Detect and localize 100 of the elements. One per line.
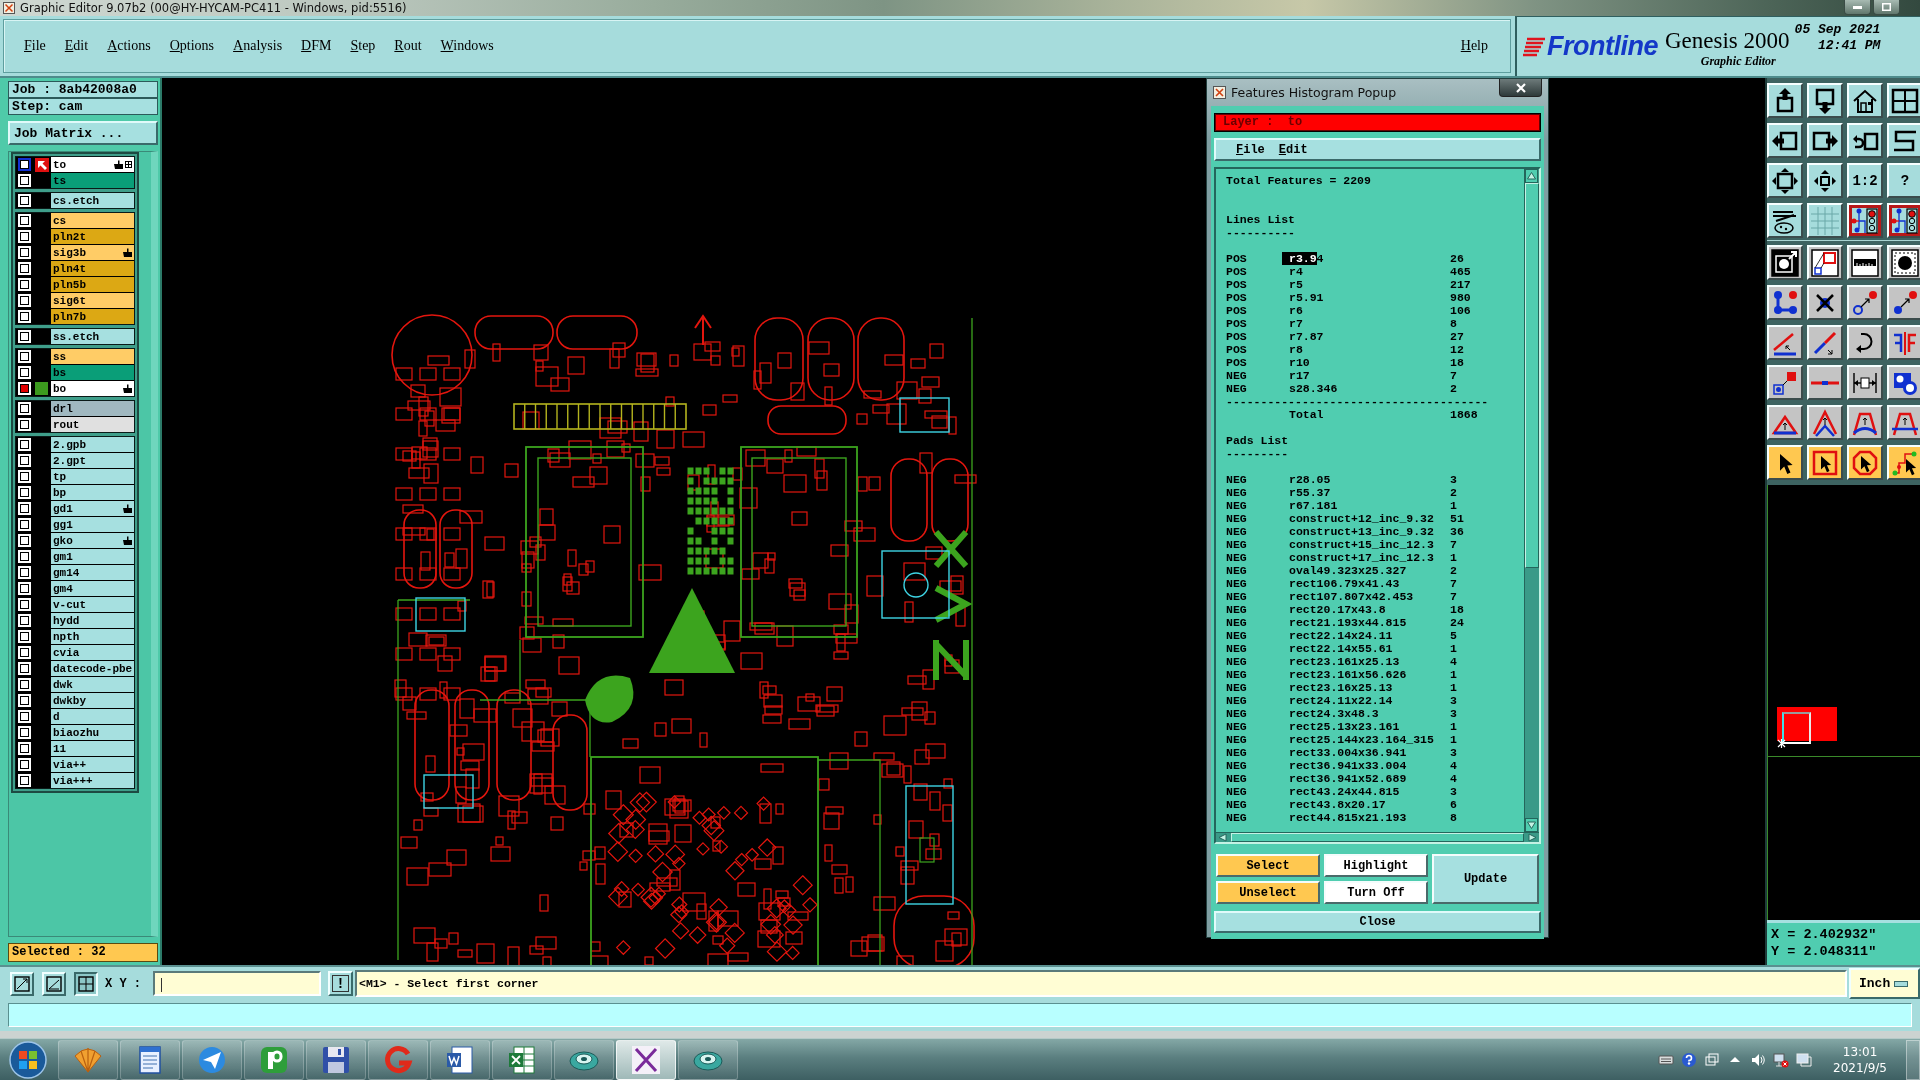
layer-button[interactable]: ss: [50, 349, 134, 364]
y-coordinate: Y = 2.048311": [1771, 943, 1878, 960]
tool-button[interactable]: [74, 971, 98, 996]
clock-date[interactable]: 2021/9/5: [1833, 1059, 1887, 1076]
taskbar-app-button[interactable]: [244, 1039, 304, 1080]
coordinate-input[interactable]: [153, 971, 321, 996]
maximize-button[interactable]: [1873, 0, 1900, 15]
action-button[interactable]: Update: [1432, 854, 1539, 904]
layer-button[interactable]: 2.gpt: [50, 453, 134, 468]
taskbar-app-button[interactable]: [306, 1039, 366, 1080]
scroll-left-icon[interactable]: [1216, 833, 1229, 842]
layer-button[interactable]: gd1: [50, 501, 134, 516]
app-icon: [1213, 86, 1226, 99]
taskbar-app-button[interactable]: [616, 1039, 676, 1080]
layer-button[interactable]: drl: [50, 401, 134, 416]
layer-button[interactable]: gko: [50, 533, 134, 548]
layer-button[interactable]: 2.gpb: [50, 437, 134, 452]
menu-item[interactable]: Edit: [64, 38, 89, 54]
close-button[interactable]: Close: [1214, 911, 1541, 933]
layer-button[interactable]: rout: [50, 417, 134, 432]
layer-button[interactable]: bp: [50, 485, 134, 500]
minimize-button[interactable]: [1844, 0, 1871, 15]
layer-button[interactable]: ss.etch: [50, 329, 134, 344]
clock-time[interactable]: 13:01: [1842, 1043, 1878, 1060]
layer-button[interactable]: pln7b: [50, 309, 134, 324]
menu-item[interactable]: Rout: [394, 38, 422, 54]
taskbar-app-button[interactable]: [554, 1039, 614, 1080]
layer-button[interactable]: gm4: [50, 581, 134, 596]
layer-button[interactable]: ts: [50, 173, 134, 188]
layer-button[interactable]: sig3b: [50, 245, 134, 260]
action-button[interactable]: Unselect: [1216, 881, 1320, 904]
action-button[interactable]: Select: [1216, 854, 1320, 877]
layer-button[interactable]: gm1: [50, 549, 134, 564]
polarity-text: NEG: [1226, 746, 1248, 759]
vertical-scrollbar[interactable]: [1524, 169, 1539, 832]
polarity-text: NEG: [1226, 733, 1248, 746]
window-restore-icon[interactable]: [1704, 1051, 1721, 1068]
viewport-frame[interactable]: [1782, 712, 1811, 744]
layer-button[interactable]: dwkby: [50, 693, 134, 708]
layer-button[interactable]: d: [50, 709, 134, 724]
menu-item[interactable]: Actions: [107, 38, 151, 54]
menu-item[interactable]: Options: [169, 38, 215, 54]
layer-button[interactable]: cs: [50, 213, 134, 228]
layer-button[interactable]: pln2t: [50, 229, 134, 244]
scroll-up-icon[interactable]: [1525, 169, 1538, 183]
menu-item[interactable]: File: [1236, 142, 1265, 157]
polarity-text: NEG: [1226, 499, 1248, 512]
taskbar-app-button[interactable]: [678, 1039, 738, 1080]
action-button[interactable]: Turn Off: [1324, 881, 1428, 904]
display-icon[interactable]: [1796, 1051, 1813, 1068]
layer-button[interactable]: v-cut: [50, 597, 134, 612]
count-text: 3: [1450, 707, 1458, 720]
layer-button[interactable]: bo: [50, 381, 134, 396]
layer-button[interactable]: via++: [50, 757, 134, 772]
taskbar-app-button[interactable]: [492, 1039, 552, 1080]
menu-item[interactable]: Windows: [440, 38, 494, 54]
close-button[interactable]: [1499, 79, 1542, 97]
layer-button[interactable]: tp: [50, 469, 134, 484]
taskbar-app-button[interactable]: [120, 1039, 180, 1080]
tool-button[interactable]: 1:2: [1847, 163, 1883, 198]
menu-item[interactable]: Analysis: [233, 38, 283, 54]
units-dropdown[interactable]: Inch: [1849, 968, 1920, 999]
action-button[interactable]: Highlight: [1324, 854, 1428, 877]
job-matrix-button[interactable]: Job Matrix ...: [8, 121, 158, 145]
layer-button[interactable]: bs: [50, 365, 134, 380]
layer-button[interactable]: cs.etch: [50, 193, 134, 208]
menu-item[interactable]: Help: [1460, 38, 1488, 54]
layer-button[interactable]: datecode-pbe: [50, 661, 134, 676]
menu-item[interactable]: Step: [350, 38, 376, 54]
layer-button[interactable]: pln4t: [50, 261, 134, 276]
taskbar-app-button[interactable]: [182, 1039, 242, 1080]
start-orb-icon: [9, 1040, 47, 1079]
layer-button[interactable]: sig6t: [50, 293, 134, 308]
app-icon: [3, 2, 15, 14]
scrollbar-thumb[interactable]: [1525, 183, 1539, 568]
alert-button[interactable]: !: [328, 971, 353, 996]
show-desktop-button[interactable]: [1906, 1039, 1920, 1080]
layer-button[interactable]: npth: [50, 629, 134, 644]
horizontal-scrollbar[interactable]: [1216, 832, 1539, 842]
layer-button[interactable]: via+++: [50, 773, 134, 788]
layer-button[interactable]: to: [50, 157, 134, 172]
menu-item[interactable]: Edit: [1278, 142, 1308, 157]
layer-button[interactable]: cvia: [50, 645, 134, 660]
layer-button[interactable]: gg1: [50, 517, 134, 532]
layer-button[interactable]: 11: [50, 741, 134, 756]
layer-button[interactable]: biaozhu: [50, 725, 134, 740]
network-error-icon[interactable]: [1773, 1051, 1790, 1068]
taskbar-app-button[interactable]: [430, 1039, 490, 1080]
layer-checkbox[interactable]: [18, 158, 31, 171]
layer-button[interactable]: dwk: [50, 677, 134, 692]
count-text: 465: [1450, 265, 1472, 278]
scrollbar-thumb[interactable]: [1231, 833, 1524, 842]
menu-item[interactable]: DFM: [301, 38, 332, 54]
layer-button[interactable]: hydd: [50, 613, 134, 628]
tool-button[interactable]: ?: [1887, 163, 1920, 198]
help-icon[interactable]: [1681, 1051, 1698, 1068]
menu-item[interactable]: File: [24, 38, 46, 54]
layer-button[interactable]: pln5b: [50, 277, 134, 292]
layer-button[interactable]: gm14: [50, 565, 134, 580]
count-text: 51: [1450, 512, 1465, 525]
